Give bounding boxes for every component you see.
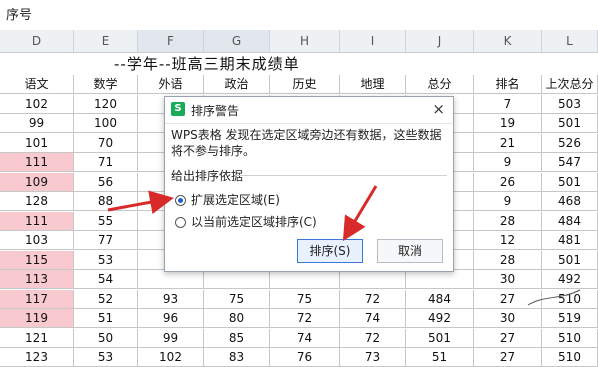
table-cell[interactable]: 51: [406, 348, 474, 367]
table-cell[interactable]: 53: [74, 348, 138, 367]
annotation-arrows: [107, 185, 581, 306]
table-cell[interactable]: 83: [204, 348, 270, 367]
table-cell[interactable]: 73: [340, 348, 406, 367]
arrow-to-sort-button: [342, 185, 378, 242]
arrow-to-expand-option: [107, 190, 174, 215]
table-cell[interactable]: 27: [474, 348, 542, 367]
scribble-line: [527, 289, 581, 306]
table-cell[interactable]: 102: [138, 348, 204, 367]
table-cell[interactable]: 123: [0, 348, 74, 367]
table-cell[interactable]: 510: [542, 348, 598, 367]
table-cell[interactable]: 76: [270, 348, 340, 367]
